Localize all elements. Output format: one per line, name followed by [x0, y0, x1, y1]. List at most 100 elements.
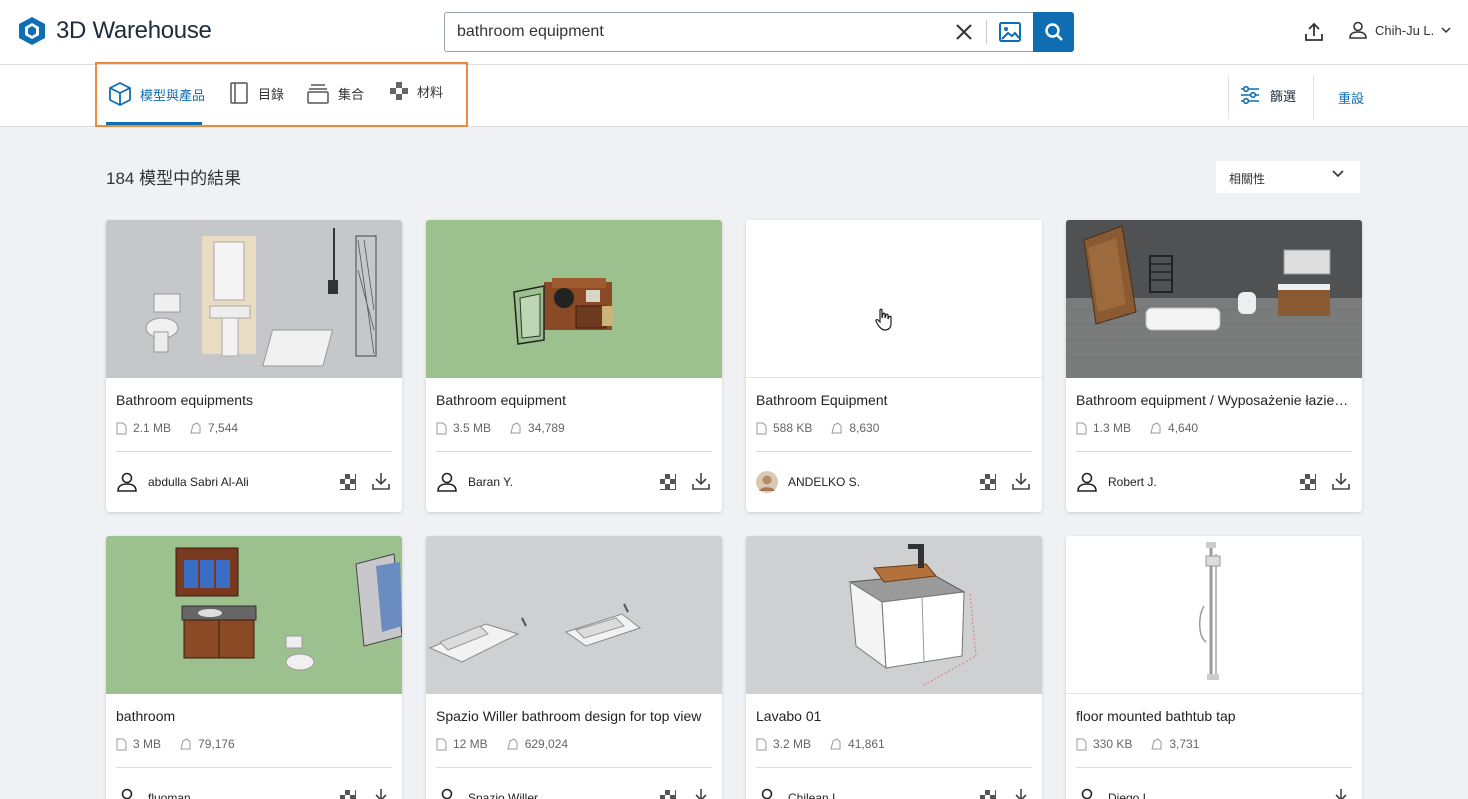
material-icon — [980, 474, 996, 490]
author[interactable]: Robert J. — [1076, 471, 1157, 493]
author-name: fluoman — [148, 791, 191, 799]
upload-icon[interactable] — [1304, 21, 1324, 43]
search-icon — [1044, 23, 1063, 41]
filter-label: 篩選 — [1270, 88, 1297, 104]
like-icon — [510, 421, 521, 433]
download-icon[interactable] — [1011, 787, 1031, 799]
user-name: Chih-Ju L. — [1375, 22, 1435, 38]
author[interactable]: abdulla Sabri Al-Ali — [116, 471, 249, 493]
hand-cursor-icon — [875, 308, 892, 331]
model-title[interactable]: Bathroom Equipment — [756, 392, 1032, 408]
author[interactable]: Spazio Willer — [436, 787, 538, 799]
author[interactable]: fluoman — [116, 787, 191, 799]
download-icon[interactable] — [1011, 471, 1031, 491]
tab-models-products[interactable]: 模型與產品 — [108, 81, 205, 107]
clear-icon[interactable] — [953, 21, 975, 43]
warehouse-logo-icon — [19, 17, 45, 45]
search-input[interactable] — [457, 13, 947, 51]
tab-label: 材料 — [417, 84, 444, 100]
tab-collections[interactable]: 集合 — [306, 81, 364, 105]
author-name: Baran Y. — [468, 475, 513, 489]
model-title[interactable]: Bathroom equipments — [116, 392, 392, 408]
download-icon[interactable] — [371, 787, 391, 799]
model-card[interactable]: floor mounted bathtub tap 330 KB 3,731 D… — [1066, 536, 1362, 799]
like-count: 4,640 — [1168, 421, 1199, 435]
like-icon — [831, 421, 842, 433]
logo-text: 3D Warehouse — [56, 17, 212, 44]
model-thumbnail[interactable] — [106, 536, 402, 694]
model-card[interactable]: Bathroom Equipment 588 KB 8,630 ANDELKO … — [746, 220, 1042, 512]
like-count: 8,630 — [849, 421, 880, 435]
like-count: 34,789 — [528, 421, 565, 435]
bathroom-preview — [175, 547, 402, 671]
filter-button[interactable]: 篩選 — [1240, 85, 1296, 105]
download-icon[interactable] — [1331, 787, 1351, 799]
like-icon — [507, 737, 518, 749]
model-card[interactable]: bathroom 3 MB 79,176 fluoman — [106, 536, 402, 799]
model-thumbnail[interactable] — [426, 536, 722, 694]
model-thumbnail[interactable] — [426, 220, 722, 378]
model-meta: 588 KB 8,630 — [756, 421, 879, 435]
file-size: 588 KB — [773, 421, 813, 435]
user-icon — [117, 472, 137, 492]
model-card[interactable]: Bathroom equipments 2.1 MB 7,544 abdulla… — [106, 220, 402, 512]
author[interactable]: Diego L. — [1076, 787, 1153, 799]
author[interactable]: Chilean I. — [756, 787, 839, 799]
model-title[interactable]: Spazio Willer bathroom design for top vi… — [436, 708, 712, 724]
tab-materials[interactable]: 材料 — [389, 81, 443, 101]
file-size: 330 KB — [1093, 737, 1133, 751]
material-icon — [660, 790, 676, 799]
download-icon[interactable] — [371, 471, 391, 491]
model-thumbnail[interactable] — [1066, 536, 1362, 694]
image-search-icon[interactable] — [998, 21, 1022, 43]
model-card[interactable]: Bathroom equipment / Wyposażenie łazienk… — [1066, 220, 1362, 512]
divider — [1313, 75, 1314, 119]
model-card[interactable]: Spazio Willer bathroom design for top vi… — [426, 536, 722, 799]
bathtub-tap-preview — [1199, 542, 1221, 680]
logo[interactable]: 3D Warehouse — [18, 16, 212, 46]
model-title[interactable]: bathroom — [116, 708, 392, 724]
card-divider — [436, 451, 712, 452]
model-title[interactable]: Bathroom equipment / Wyposażenie łazienk… — [1076, 392, 1352, 408]
model-card[interactable]: Lavabo 01 3.2 MB 41,861 Chilean I. — [746, 536, 1042, 799]
like-count: 41,861 — [848, 737, 885, 751]
divider — [1228, 75, 1229, 119]
model-title[interactable]: Bathroom equipment — [436, 392, 712, 408]
author[interactable]: Baran Y. — [436, 471, 513, 493]
card-divider — [116, 451, 392, 452]
download-icon[interactable] — [691, 787, 711, 799]
search-button[interactable] — [1033, 12, 1074, 52]
tab-catalogs[interactable]: 目錄 — [228, 81, 284, 105]
bathroom-equipment-preview — [513, 278, 614, 345]
author[interactable]: ANDELKO S. — [756, 471, 860, 493]
model-thumbnail[interactable] — [746, 220, 1042, 378]
sort-dropdown[interactable]: 相關性 — [1216, 161, 1360, 193]
like-count: 79,176 — [198, 737, 235, 751]
model-title[interactable]: floor mounted bathtub tap — [1076, 708, 1352, 724]
model-meta: 3.2 MB 41,861 — [756, 737, 885, 751]
material-icon — [980, 790, 996, 799]
material-icon — [1300, 474, 1316, 490]
download-icon[interactable] — [1331, 471, 1351, 491]
model-title[interactable]: Lavabo 01 — [756, 708, 1032, 724]
collection-icon — [307, 84, 329, 104]
model-thumbnail[interactable] — [746, 536, 1042, 694]
chevron-down-icon — [1441, 26, 1451, 33]
model-thumbnail[interactable] — [106, 220, 402, 378]
sort-label: 相關性 — [1229, 172, 1266, 186]
top-header: 3D Warehouse Chih-Ju L. — [0, 0, 1468, 65]
author-name: abdulla Sabri Al-Ali — [148, 475, 249, 489]
model-card[interactable]: Bathroom equipment 3.5 MB 34,789 Baran Y… — [426, 220, 722, 512]
catalog-icon — [230, 82, 248, 104]
active-tab-indicator — [106, 122, 202, 125]
reset-button[interactable]: 重設 — [1338, 88, 1364, 107]
card-divider — [436, 767, 712, 768]
spazio-willer-preview — [428, 603, 642, 663]
chevron-down-icon — [1332, 170, 1344, 178]
like-icon — [1150, 421, 1161, 433]
file-size: 3.2 MB — [773, 737, 812, 751]
user-menu[interactable]: Chih-Ju L. — [1348, 20, 1451, 40]
file-icon — [116, 422, 127, 434]
model-thumbnail[interactable] — [1066, 220, 1362, 378]
download-icon[interactable] — [691, 471, 711, 491]
